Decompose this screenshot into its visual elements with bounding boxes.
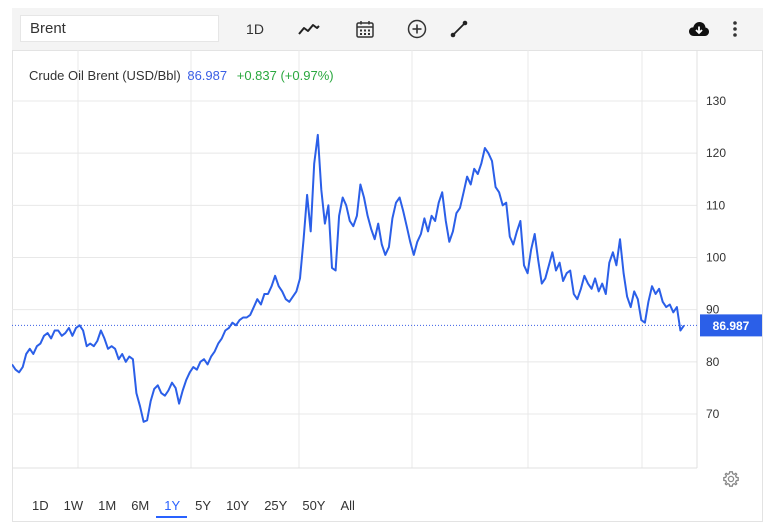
chart-plot-area[interactable]: 708090100110120130 Nov2022MarMayJulSep 8…	[11, 50, 763, 489]
gear-icon	[723, 471, 739, 487]
cloud-download-icon	[689, 22, 709, 36]
range-1y-button[interactable]: 1Y	[156, 496, 188, 518]
download-button[interactable]	[686, 16, 712, 42]
brent-price-series	[11, 133, 685, 423]
range-5y-button[interactable]: 5Y	[187, 496, 218, 518]
legend-series-name: Crude Oil Brent (USD/Bbl)	[29, 68, 181, 83]
settings-button[interactable]	[722, 470, 740, 488]
compare-button[interactable]	[402, 16, 432, 42]
y-tick-label: 110	[706, 198, 725, 212]
range-1w-button[interactable]: 1W	[56, 496, 91, 518]
more-options-button[interactable]	[724, 16, 746, 42]
range-1d-button[interactable]: 1D	[24, 496, 56, 518]
range-10y-button[interactable]: 10Y	[218, 496, 256, 518]
date-range-button[interactable]	[350, 16, 380, 42]
legend-change: +0.837 (+0.97%)	[236, 68, 334, 83]
range-50y-button[interactable]: 50Y	[294, 496, 332, 518]
symbol-search-input[interactable]	[20, 15, 219, 42]
y-tick-label: 120	[706, 146, 726, 160]
y-tick-label: 130	[706, 94, 726, 108]
gridlines	[12, 50, 698, 469]
last-price-tag: 86.987	[700, 314, 762, 337]
add-circle-icon	[407, 19, 427, 39]
more-vert-icon	[733, 21, 737, 37]
y-tick-label: 80	[706, 355, 720, 369]
chart-toolbar: 1D	[12, 8, 763, 51]
range-6m-button[interactable]: 6M	[123, 496, 156, 518]
range-selector: 1D 1W 1M 6M 1Y 5Y 10Y 25Y 50Y All	[24, 496, 362, 518]
line-chart-icon	[298, 24, 320, 35]
y-tick-label: 70	[706, 407, 720, 421]
chart-type-button[interactable]	[294, 16, 324, 42]
legend-price: 86.987	[187, 68, 228, 83]
y-tick-label: 100	[706, 251, 726, 265]
interval-button[interactable]: 1D	[240, 16, 270, 42]
range-all-button[interactable]: All	[332, 496, 361, 518]
chart-legend: Crude Oil Brent (USD/Bbl) 86.987 +0.837 …	[29, 68, 334, 83]
range-25y-button[interactable]: 25Y	[256, 496, 294, 518]
calendar-icon	[356, 21, 374, 38]
draw-line-icon	[450, 20, 468, 38]
range-1m-button[interactable]: 1M	[90, 496, 123, 518]
drawing-tool-button[interactable]	[444, 16, 474, 42]
y-axis: 708090100110120130	[706, 94, 726, 421]
last-price-tag-text: 86.987	[713, 319, 750, 333]
price-chart: 708090100110120130 Nov2022MarMayJulSep 8…	[11, 50, 762, 489]
